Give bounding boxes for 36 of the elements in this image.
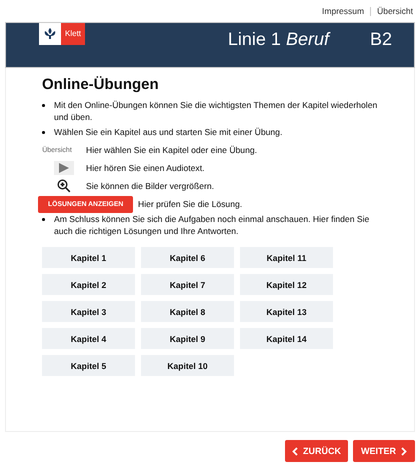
legend-text: Sie können die Bilder vergrößern. bbox=[86, 181, 214, 191]
next-button[interactable]: WEITER bbox=[353, 440, 415, 462]
bullet-icon bbox=[42, 131, 44, 134]
legend-text: Hier wählen Sie ein Kapitel oder eine Übung. bbox=[86, 145, 258, 155]
chapter-button[interactable]: Kapitel 4 bbox=[42, 328, 135, 349]
chapter-button[interactable]: Kapitel 8 bbox=[141, 301, 234, 322]
product-title: Linie 1 Beruf bbox=[228, 28, 329, 50]
chapter-button[interactable]: Kapitel 3 bbox=[42, 301, 135, 322]
bullet-icon bbox=[42, 218, 44, 220]
chapter-button[interactable]: Kapitel 11 bbox=[240, 247, 333, 268]
legend-text: Hier prüfen Sie die Lösung. bbox=[138, 199, 242, 209]
chapter-button[interactable]: Kapitel 6 bbox=[141, 247, 234, 268]
chapter-button[interactable]: Kapitel 12 bbox=[240, 274, 333, 295]
back-button[interactable]: ZURÜCK bbox=[285, 440, 348, 462]
chevron-right-icon bbox=[401, 446, 407, 456]
chapter-button[interactable]: Kapitel 10 bbox=[141, 355, 234, 376]
chapter-button[interactable]: Kapitel 9 bbox=[141, 328, 234, 349]
chapter-button[interactable]: Kapitel 14 bbox=[240, 328, 333, 349]
chapter-button[interactable]: Kapitel 5 bbox=[42, 355, 135, 376]
play-icon[interactable] bbox=[54, 161, 74, 175]
zoom-in-icon[interactable] bbox=[57, 179, 71, 193]
page-heading: Online-Übungen bbox=[42, 76, 160, 93]
logo-text: Klett bbox=[61, 23, 86, 45]
chapter-button[interactable]: Kapitel 7 bbox=[141, 274, 234, 295]
chevron-left-icon bbox=[292, 446, 298, 456]
bullet-text: Wählen Sie ein Kapitel aus und starten Sie mit einer Übung. bbox=[54, 126, 282, 138]
bullet-text: Am Schluss können Sie sich die Aufgaben noch einmal anschauen. Hier finden Sie auch die richtigen Lösungen und Ihre Antworten. bbox=[54, 213, 370, 237]
chapter-button[interactable]: Kapitel 1 bbox=[42, 247, 135, 268]
legend-text: Hier hören Sie einen Audiotext. bbox=[86, 163, 204, 173]
top-link[interactable]: Impressum bbox=[322, 6, 364, 16]
chapter-button[interactable]: Kapitel 2 bbox=[42, 274, 135, 295]
top-link[interactable]: Übersicht bbox=[377, 6, 413, 16]
level-label: B2 bbox=[370, 29, 392, 50]
chapter-button[interactable]: Kapitel 13 bbox=[240, 301, 333, 322]
bullet-text: Mit den Online-Übungen können Sie die wichtigsten Themen der Kapitel wiederholen und üben. bbox=[54, 99, 378, 123]
bullet-icon bbox=[42, 104, 44, 106]
